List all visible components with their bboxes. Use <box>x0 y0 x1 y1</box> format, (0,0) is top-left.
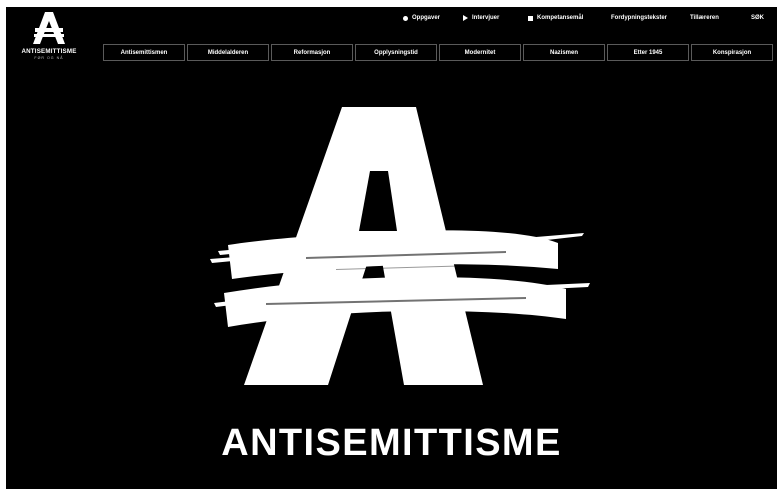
website-screen: ANTISEMITTISME FØR OG NÅ Oppgaver Interv… <box>6 7 777 489</box>
hero-a-brush-icon <box>210 107 590 385</box>
hero-title: ANTISEMITTISME <box>221 422 562 464</box>
